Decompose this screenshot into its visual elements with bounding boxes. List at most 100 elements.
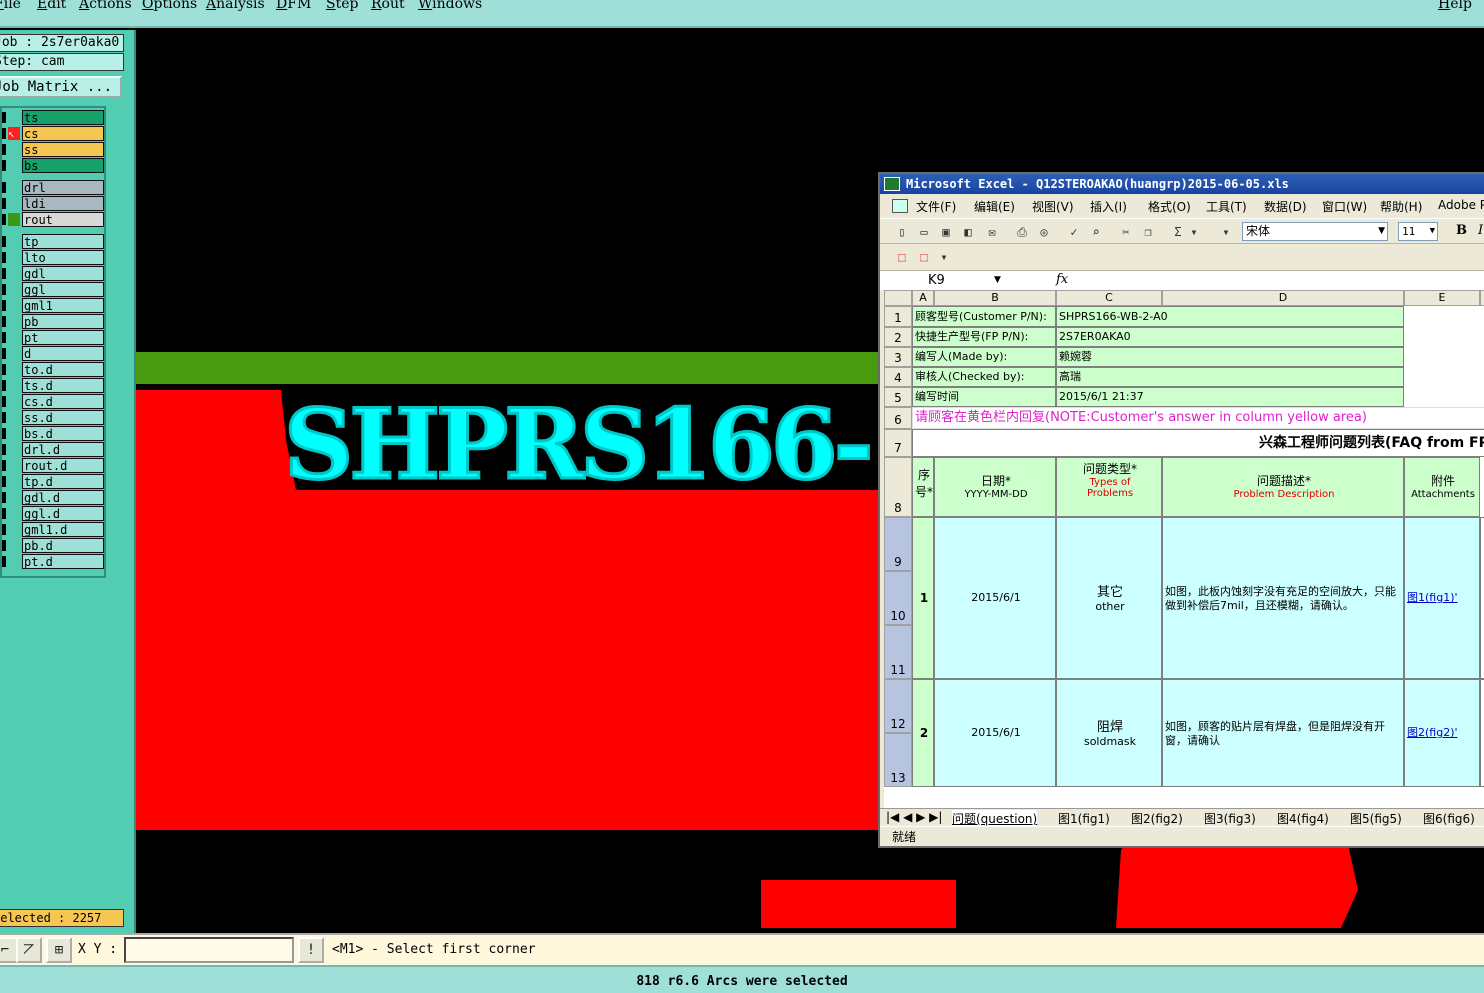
layer-row-ldi[interactable]: ldi: [2, 196, 106, 211]
select-all-corner[interactable]: [884, 290, 912, 306]
open-icon[interactable]: ▭: [916, 224, 932, 240]
layer-row-d[interactable]: d: [2, 346, 106, 361]
spelling-icon[interactable]: ✓: [1066, 224, 1082, 240]
column-header-e[interactable]: E: [1404, 290, 1480, 306]
column-header-d[interactable]: D: [1162, 290, 1404, 306]
sheet-tab-1[interactable]: 问题(question): [952, 810, 1038, 827]
layer-name[interactable]: gml1: [22, 298, 104, 313]
excel-window[interactable]: Microsoft Excel - Q12STEROAKAO(huangrp)2…: [878, 172, 1484, 848]
layer-row-pb-d[interactable]: pb.d: [2, 538, 106, 553]
layer-name[interactable]: to.d: [22, 362, 104, 377]
issue-extra[interactable]: [1480, 517, 1484, 679]
header-seq[interactable]: 序号*: [912, 457, 934, 517]
layer-checkbox[interactable]: [2, 332, 6, 343]
layer-row-bs[interactable]: bs: [2, 158, 106, 173]
menu-rout[interactable]: Rout: [371, 0, 405, 12]
excel-menu-format[interactable]: 格式(O): [1148, 198, 1191, 215]
menu-help[interactable]: Help: [1438, 0, 1472, 12]
email-icon[interactable]: ✉: [984, 224, 1000, 240]
excel-menu-view[interactable]: 视图(V): [1032, 198, 1074, 215]
print-icon[interactable]: ⎙: [1014, 224, 1030, 240]
layer-checkbox[interactable]: [2, 128, 6, 139]
attachment-link[interactable]: 图1(fig1)': [1407, 591, 1458, 604]
menu-step[interactable]: Step: [326, 0, 358, 12]
name-box[interactable]: K9 ▼: [884, 272, 1004, 289]
layer-row-cs-d[interactable]: cs.d: [2, 394, 106, 409]
issue-table-title[interactable]: 兴森工程师问题列表(FAQ from FP): [912, 429, 1484, 457]
save-icon[interactable]: ▣: [938, 224, 954, 240]
layer-checkbox[interactable]: [2, 508, 6, 519]
excel-menu-insert[interactable]: 插入(I): [1090, 198, 1127, 215]
job-matrix-button[interactable]: Job Matrix ...: [0, 76, 122, 98]
header-desc[interactable]: 问题描述* Problem Description: [1162, 457, 1404, 517]
field-label[interactable]: 快捷生产型号(FP P/N):: [912, 327, 1056, 347]
layer-row-gml1[interactable]: gml1: [2, 298, 106, 313]
worksheet-grid[interactable]: A B C D E 1 2 3 4 5 6 7 8 9 10 11 12 13 顾客型号(Customer P/N)…: [884, 290, 1484, 808]
row-header-1[interactable]: 1: [884, 306, 912, 327]
layer-name[interactable]: gml1.d: [22, 522, 104, 537]
layer-row-lto[interactable]: lto: [2, 250, 106, 265]
layer-row-to-d[interactable]: to.d: [2, 362, 106, 377]
issue-description[interactable]: 如图，顾客的贴片层有焊盘，但是阻焊没有开窗，请确认: [1162, 679, 1404, 787]
row-header-6[interactable]: 6: [884, 407, 912, 429]
menu-dfm[interactable]: DFM: [276, 0, 311, 12]
column-header-c[interactable]: C: [1056, 290, 1162, 306]
column-header-f[interactable]: [1480, 290, 1484, 306]
excel-menu-data[interactable]: 数据(D): [1264, 198, 1307, 215]
cut-icon[interactable]: ✂: [1118, 224, 1134, 240]
fx-icon[interactable]: fx: [1056, 272, 1068, 287]
layer-name[interactable]: ss: [22, 142, 104, 157]
layer-checkbox[interactable]: [2, 476, 6, 487]
layer-name[interactable]: bs: [22, 158, 104, 173]
toolbar-options-icon[interactable]: ▾: [936, 249, 952, 265]
layer-checkbox[interactable]: [2, 540, 6, 551]
sheet-tab-7[interactable]: 图6(fig6): [1423, 810, 1475, 827]
row-header-9[interactable]: 9: [884, 517, 912, 571]
excel-menu-adobe[interactable]: Adobe PDF: [1438, 198, 1484, 212]
excel-menu-help[interactable]: 帮助(H): [1380, 198, 1422, 215]
italic-button[interactable]: I: [1478, 223, 1483, 238]
menu-file[interactable]: File: [0, 0, 21, 12]
layer-row-drl-d[interactable]: drl.d: [2, 442, 106, 457]
layer-name[interactable]: pt.d: [22, 554, 104, 569]
bold-button[interactable]: B: [1456, 223, 1467, 238]
sheet-tab-5[interactable]: 图4(fig4): [1277, 810, 1329, 827]
layer-checkbox[interactable]: [2, 182, 6, 193]
layer-name[interactable]: ts: [22, 110, 104, 125]
new-icon[interactable]: ▯: [894, 224, 910, 240]
layer-checkbox[interactable]: [2, 492, 6, 503]
layer-row-tp[interactable]: tp: [2, 234, 106, 249]
pdf-convert-icon[interactable]: ⬚: [894, 249, 910, 265]
field-label[interactable]: 审核人(Checked by):: [912, 367, 1056, 387]
grid-icon[interactable]: ⊞: [46, 937, 72, 963]
layer-name[interactable]: lto: [22, 250, 104, 265]
permission-icon[interactable]: ◧: [960, 224, 976, 240]
sheet-tab-3[interactable]: 图2(fig2): [1131, 810, 1183, 827]
row-header-13[interactable]: 13: [884, 733, 912, 787]
row-header-10[interactable]: 10: [884, 571, 912, 625]
issue-attachment[interactable]: 图1(fig1)': [1404, 517, 1480, 679]
excel-menu-file[interactable]: 文件(F): [916, 198, 956, 215]
excel-titlebar[interactable]: Microsoft Excel - Q12STEROAKAO(huangrp)2…: [880, 174, 1484, 194]
field-value[interactable]: 2S7ER0AKA0: [1056, 327, 1404, 347]
layer-name[interactable]: ss.d: [22, 410, 104, 425]
layer-row-ggl[interactable]: ggl: [2, 282, 106, 297]
layer-row-cs[interactable]: ↖ cs: [2, 126, 106, 141]
xy-input[interactable]: [124, 937, 294, 963]
layer-name[interactable]: ldi: [22, 196, 104, 211]
layer-name[interactable]: rout.d: [22, 458, 104, 473]
menu-edit[interactable]: Edit: [37, 0, 66, 12]
layer-checkbox[interactable]: [2, 380, 6, 391]
layer-name[interactable]: tp: [22, 234, 104, 249]
font-size-select[interactable]: 11 ▼: [1398, 222, 1438, 241]
layer-row-ggl-d[interactable]: ggl.d: [2, 506, 106, 521]
menu-actions[interactable]: Actions: [79, 0, 132, 12]
menu-analysis[interactable]: Analysis: [206, 0, 265, 12]
field-value[interactable]: 高瑞: [1056, 367, 1404, 387]
layer-checkbox[interactable]: [2, 460, 6, 471]
field-label[interactable]: 顾客型号(Customer P/N):: [912, 306, 1056, 327]
layer-checkbox[interactable]: [2, 316, 6, 327]
header-date[interactable]: 日期* YYYY-MM-DD: [934, 457, 1056, 517]
layer-name[interactable]: drl.d: [22, 442, 104, 457]
preview-icon[interactable]: ◎: [1036, 224, 1052, 240]
